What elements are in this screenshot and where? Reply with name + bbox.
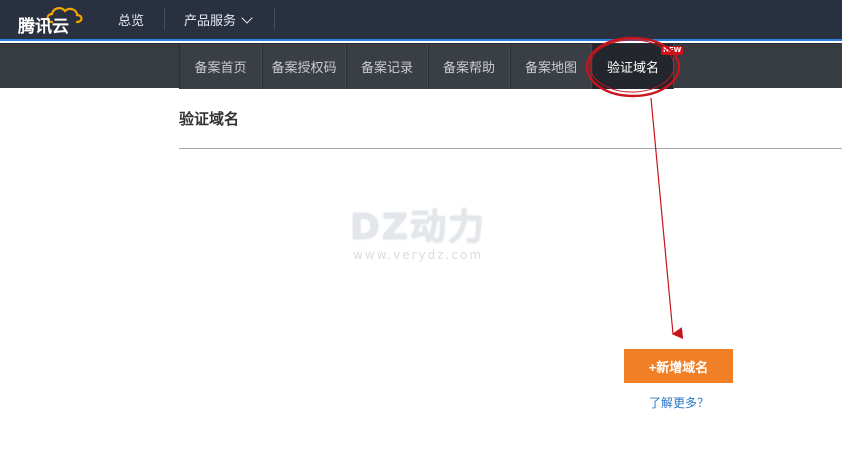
top-navbar: 腾讯云 总览 产品服务 [0, 0, 842, 41]
subnav-tabs: 备案首页 备案授权码 备案记录 备案帮助 备案地图 验证域名 [179, 44, 674, 89]
watermark-main: DZ动力 [350, 207, 486, 248]
tab-label: 备案首页 [194, 61, 247, 76]
page-title: 验证域名 [179, 110, 240, 128]
nav-products-dropdown[interactable]: 产品服务 [184, 0, 253, 39]
chevron-down-icon [241, 11, 253, 24]
tab-label: 备案记录 [360, 61, 413, 76]
watermark-url: www.verydz.com [352, 248, 484, 262]
learn-more-link[interactable]: 了解更多？ [649, 394, 709, 411]
sub-navbar: 备案首页 备案授权码 备案记录 备案帮助 备案地图 验证域名 [0, 43, 842, 89]
tab-auth-code[interactable]: 备案授权码 [262, 44, 346, 89]
nav-products-label: 产品服务 [184, 14, 237, 29]
tab-label: 备案地图 [524, 61, 577, 76]
add-domain-button[interactable]: +新增域名 [624, 349, 733, 383]
annotation-arrow [650, 97, 684, 340]
nav-overview-label: 总览 [118, 14, 145, 29]
tab-label: 验证域名 [606, 61, 659, 76]
tab-label: 备案帮助 [442, 61, 495, 76]
tab-label: 备案授权码 [271, 61, 337, 76]
tab-records[interactable]: 备案记录 [346, 44, 428, 89]
logo-text: 腾讯云 [18, 17, 69, 37]
new-badge: NEW [661, 46, 684, 55]
tab-map[interactable]: 备案地图 [510, 44, 592, 89]
nav-divider [164, 8, 165, 30]
tab-beian-home[interactable]: 备案首页 [179, 44, 262, 89]
title-divider [179, 148, 842, 149]
nav-divider [274, 8, 275, 30]
nav-overview[interactable]: 总览 [118, 0, 144, 39]
watermark: DZ动力 www.verydz.com [348, 198, 488, 262]
logo[interactable]: 腾讯云 [18, 4, 83, 37]
tab-help[interactable]: 备案帮助 [428, 44, 510, 89]
